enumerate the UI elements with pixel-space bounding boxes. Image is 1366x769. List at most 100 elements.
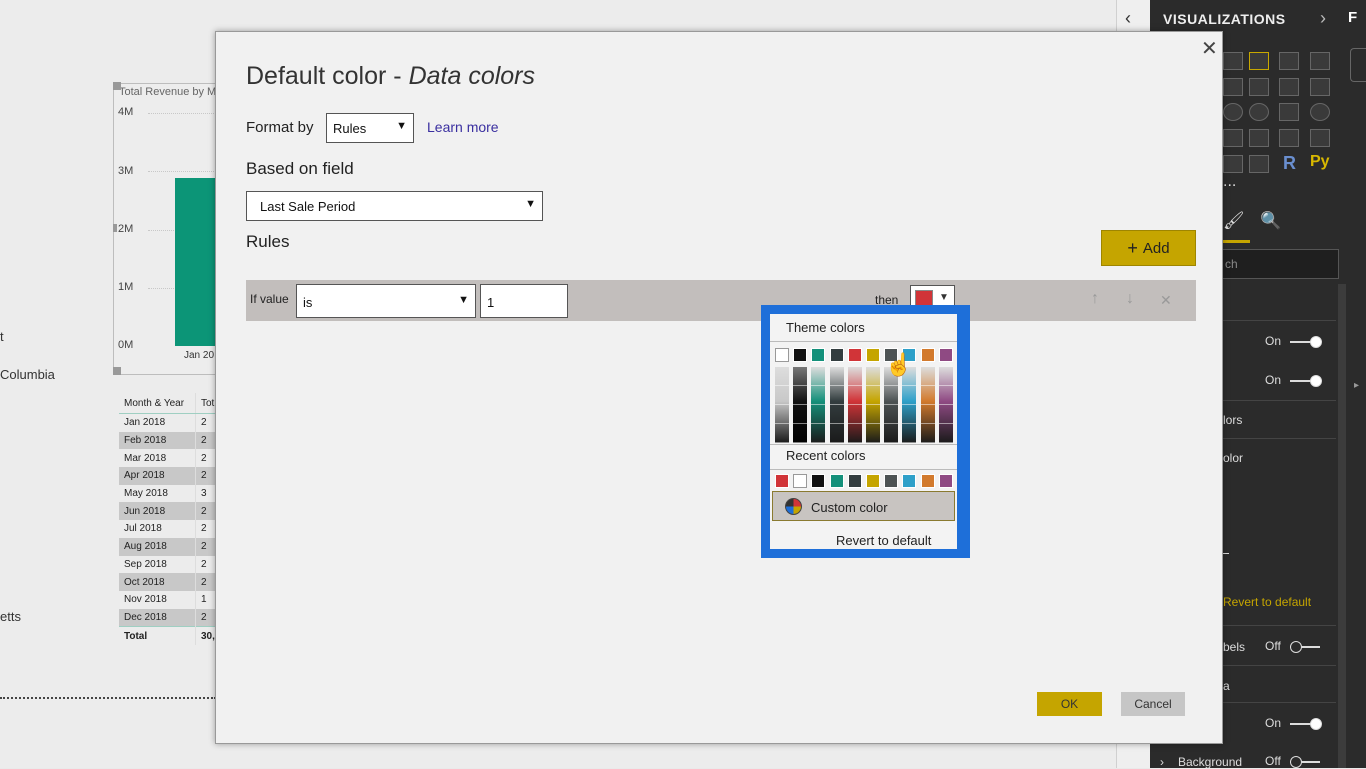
donut-chart-icon[interactable] — [1249, 103, 1269, 121]
shade-swatch[interactable] — [902, 424, 917, 443]
property-label[interactable]: olor — [1223, 451, 1243, 465]
table-row[interactable]: Jul 2018 2 — [119, 520, 217, 538]
shade-swatch[interactable] — [811, 386, 826, 405]
clustered-column-icon[interactable] — [1310, 52, 1330, 70]
operator-select[interactable]: is ▼ — [296, 284, 476, 318]
close-icon[interactable]: ✕ — [1201, 36, 1218, 61]
shade-swatch[interactable] — [811, 367, 826, 386]
shade-swatch[interactable] — [847, 386, 862, 405]
chevron-left-icon[interactable]: ‹ — [1125, 8, 1131, 29]
shade-swatch[interactable] — [902, 405, 917, 424]
shade-swatch[interactable] — [829, 424, 844, 443]
format-search-input[interactable]: ch — [1218, 249, 1339, 279]
toggle-switch[interactable] — [1290, 641, 1320, 653]
theme-color-swatch[interactable] — [829, 348, 844, 362]
shade-swatch[interactable] — [938, 367, 953, 386]
theme-color-swatch[interactable] — [866, 348, 880, 362]
shade-swatch[interactable] — [793, 386, 808, 405]
move-up-icon[interactable]: ↑ — [1091, 290, 1099, 308]
shade-swatch[interactable] — [938, 386, 953, 405]
area-chart-icon[interactable] — [1223, 78, 1243, 96]
recent-color-swatch[interactable] — [920, 474, 935, 488]
shade-swatch[interactable] — [775, 424, 789, 443]
recent-color-swatch[interactable] — [793, 474, 808, 488]
fields-tab[interactable]: F — [1348, 9, 1357, 26]
resize-handle[interactable] — [113, 82, 121, 90]
shade-swatch[interactable] — [793, 405, 808, 424]
shade-swatch[interactable] — [811, 424, 826, 443]
table-row[interactable]: May 2018 3 — [119, 484, 217, 503]
shade-swatch[interactable] — [847, 424, 862, 443]
shade-swatch[interactable] — [938, 424, 953, 443]
shade-swatch[interactable] — [829, 367, 844, 386]
clustered-bar-icon[interactable] — [1279, 52, 1299, 70]
toggle-switch[interactable] — [1290, 756, 1320, 768]
recent-color-swatch[interactable] — [884, 474, 899, 488]
shade-swatch[interactable] — [866, 405, 880, 424]
recent-color-swatch[interactable] — [902, 474, 917, 488]
table-row[interactable]: Nov 2018 1 — [119, 590, 217, 609]
shade-swatch[interactable] — [775, 405, 789, 424]
section-label[interactable]: lors — [1223, 413, 1242, 427]
shade-swatch[interactable] — [866, 386, 880, 405]
shade-swatch[interactable] — [793, 424, 808, 443]
ok-button[interactable]: OK — [1037, 692, 1102, 716]
based-on-field-select[interactable]: Last Sale Period ▼ — [246, 191, 543, 221]
toggle-switch[interactable] — [1290, 336, 1322, 348]
theme-color-swatch[interactable] — [938, 348, 953, 362]
table-row[interactable]: Apr 2018 2 — [119, 467, 217, 485]
column-header[interactable]: Tot — [195, 393, 217, 414]
theme-color-swatch[interactable] — [811, 348, 826, 362]
chevron-right-icon[interactable]: › — [1320, 8, 1326, 29]
revenue-chart[interactable]: Total Revenue by M 4M 3M 2M 1M 0M Jan 20 — [113, 83, 228, 375]
stacked-bar-icon[interactable] — [1223, 52, 1243, 70]
table-row[interactable]: Aug 2018 2 — [119, 537, 217, 556]
table-row[interactable]: Oct 2018 2 — [119, 573, 217, 591]
cancel-button[interactable]: Cancel — [1121, 692, 1185, 716]
shade-swatch[interactable] — [829, 386, 844, 405]
format-paint-roller-icon[interactable]: 🖌 — [1223, 211, 1248, 231]
add-rule-button[interactable]: + Add — [1101, 230, 1196, 266]
theme-color-swatch[interactable] — [775, 348, 789, 362]
shade-swatch[interactable] — [902, 386, 917, 405]
gauge-icon[interactable] — [1249, 129, 1269, 147]
shade-swatch[interactable] — [775, 386, 789, 405]
line-column-icon[interactable] — [1249, 78, 1269, 96]
shade-swatch[interactable] — [920, 424, 935, 443]
theme-color-swatch[interactable] — [920, 348, 935, 362]
multirow-card-icon[interactable] — [1310, 129, 1330, 147]
toggle-switch[interactable] — [1290, 375, 1322, 387]
shade-swatch[interactable] — [920, 405, 935, 424]
matrix-icon[interactable] — [1249, 155, 1269, 173]
stacked-column-icon[interactable] — [1249, 52, 1269, 70]
shade-swatch[interactable] — [847, 367, 862, 386]
recent-color-swatch[interactable] — [829, 474, 844, 488]
recent-color-swatch[interactable] — [866, 474, 880, 488]
recent-color-swatch[interactable] — [938, 474, 953, 488]
shade-swatch[interactable] — [866, 424, 880, 443]
table-row[interactable]: Dec 2018 2 — [119, 608, 217, 627]
shade-swatch[interactable] — [866, 367, 880, 386]
resize-handle[interactable] — [113, 367, 121, 375]
waterfall-icon[interactable] — [1310, 78, 1330, 96]
map-icon[interactable] — [1310, 103, 1330, 121]
shade-swatch[interactable] — [775, 367, 789, 386]
shade-swatch[interactable] — [811, 405, 826, 424]
shade-swatch[interactable] — [829, 405, 844, 424]
shade-swatch[interactable] — [847, 405, 862, 424]
pie-chart-icon[interactable] — [1223, 103, 1243, 121]
table-row[interactable]: Jan 2018 2 — [119, 413, 217, 432]
revert-to-default-button[interactable]: Revert to default — [836, 533, 931, 548]
custom-color-button[interactable]: Custom color — [772, 491, 955, 521]
pane-scrollbar[interactable] — [1338, 284, 1346, 768]
recent-color-swatch[interactable] — [775, 474, 789, 488]
shade-swatch[interactable] — [884, 405, 899, 424]
learn-more-link[interactable]: Learn more — [427, 119, 499, 135]
table-row[interactable]: Jun 2018 2 — [119, 502, 217, 521]
shade-swatch[interactable] — [920, 386, 935, 405]
format-by-select[interactable]: Rules ▼ — [326, 113, 414, 143]
resize-handle[interactable] — [113, 224, 117, 232]
toggle-switch[interactable] — [1290, 718, 1322, 730]
analytics-magnifier-icon[interactable]: 🔍 — [1260, 211, 1282, 231]
shade-swatch[interactable] — [920, 367, 935, 386]
